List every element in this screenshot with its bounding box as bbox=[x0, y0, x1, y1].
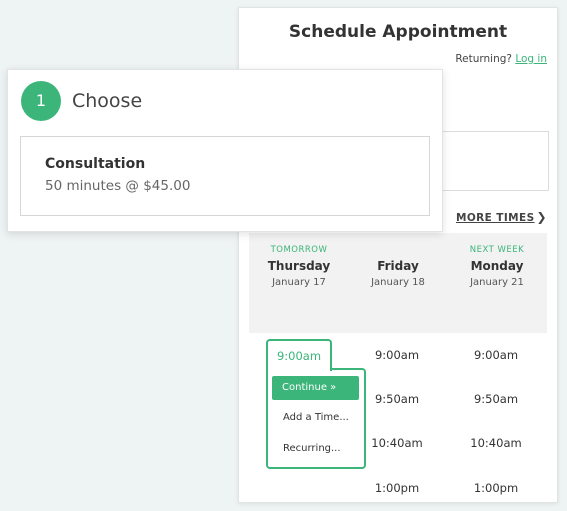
service-name: Consultation bbox=[45, 156, 146, 172]
returning-text: Returning? bbox=[455, 53, 512, 65]
step-number-badge: 1 bbox=[21, 81, 61, 121]
day-column-thursday: TOMORROW Thursday January 17 bbox=[249, 245, 349, 288]
time-slot-monday[interactable]: 10:40am bbox=[446, 436, 546, 450]
service-option[interactable]: Consultation 50 minutes @ $45.00 bbox=[20, 136, 430, 216]
day-name: Monday bbox=[470, 259, 524, 273]
day-column-monday: NEXT WEEK Monday January 21 bbox=[447, 245, 547, 288]
more-times-link[interactable]: MORE TIMES ❯ bbox=[456, 210, 547, 224]
more-times-label: MORE TIMES bbox=[455, 212, 535, 224]
time-slot-friday[interactable]: 9:00am bbox=[347, 348, 447, 362]
time-slot-friday[interactable]: 1:00pm bbox=[347, 481, 447, 495]
recurring-menu-item[interactable]: Recurring... bbox=[283, 443, 341, 454]
continue-button[interactable]: Continue » bbox=[272, 376, 359, 400]
add-time-menu-item[interactable]: Add a Time... bbox=[283, 412, 349, 423]
time-slot-monday[interactable]: 9:00am bbox=[446, 348, 546, 362]
returning-prompt: Returning? Log in bbox=[455, 53, 547, 65]
chevron-right-icon: ❯ bbox=[536, 210, 547, 224]
login-link[interactable]: Log in bbox=[515, 53, 547, 65]
selected-time-label: 9:00am bbox=[276, 349, 322, 363]
day-header-row: TOMORROW Thursday January 17 Friday Janu… bbox=[249, 233, 547, 333]
day-name: Thursday bbox=[267, 259, 331, 273]
day-date: January 21 bbox=[470, 277, 524, 288]
service-detail: 50 minutes @ $45.00 bbox=[45, 178, 191, 194]
day-date: January 18 bbox=[371, 277, 425, 288]
day-name: Friday bbox=[377, 259, 419, 273]
day-date: January 17 bbox=[272, 277, 326, 288]
choose-step-card: 1 Choose Consultation 50 minutes @ $45.0… bbox=[7, 69, 443, 232]
day-tag bbox=[348, 245, 448, 256]
day-tag: TOMORROW bbox=[270, 245, 328, 255]
step-title: Choose bbox=[72, 90, 143, 112]
time-slot-monday[interactable]: 9:50am bbox=[446, 392, 546, 406]
day-column-friday: Friday January 18 bbox=[348, 245, 448, 288]
day-tag: NEXT WEEK bbox=[469, 245, 525, 255]
page-title: Schedule Appointment bbox=[288, 22, 508, 42]
time-slot-monday[interactable]: 1:00pm bbox=[446, 481, 546, 495]
menu-joint bbox=[268, 366, 330, 372]
